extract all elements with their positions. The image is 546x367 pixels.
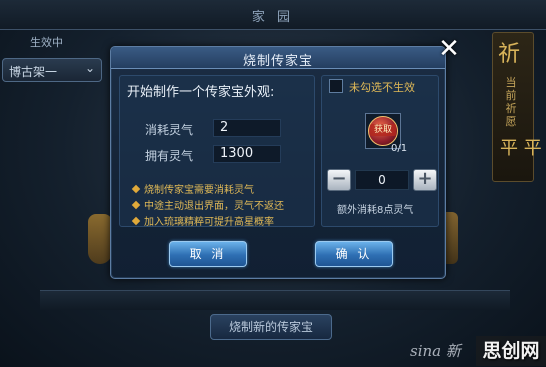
sina-watermark: sina 新 [410, 342, 461, 360]
effective-label: 生效中 [30, 36, 63, 49]
craft-new-heirloom-button[interactable]: 烧制新的传家宝 [210, 314, 332, 340]
enable-material-checkbox[interactable] [329, 79, 343, 93]
owned-label: 拥有灵气 [145, 149, 194, 163]
close-icon[interactable]: ✕ [436, 36, 462, 62]
tip-text: 加入琉璃精粹可提升高星概率 [144, 217, 274, 228]
owned-value: 1300 [213, 145, 281, 163]
tip-item: 烧制传家宝需要消耗灵气 [131, 181, 254, 196]
tip-item: 中途主动退出界面，灵气不返还 [131, 197, 284, 212]
dialog-title: 烧制传家宝 [242, 54, 313, 69]
chevron-down-icon: ⌄ [84, 61, 95, 75]
cost-label: 消耗灵气 [145, 123, 194, 137]
site-watermark: 思创网 [476, 336, 546, 366]
diamond-icon [131, 216, 141, 226]
checkbox-label: 未勾选不生效 [349, 81, 415, 94]
dialog-titlebar: 烧制传家宝 [111, 47, 445, 69]
cost-value: 2 [213, 119, 281, 137]
increase-button[interactable]: + [413, 169, 437, 191]
item-count: 0/1 [391, 143, 408, 154]
diamond-icon [131, 184, 141, 194]
obtain-badge[interactable]: 获取 [370, 124, 396, 136]
quantity-input[interactable]: 0 [355, 170, 409, 190]
wish-glyph: 祈 [498, 42, 521, 67]
confirm-button[interactable]: 确 认 [315, 241, 393, 267]
cancel-button[interactable]: 取 消 [169, 241, 247, 267]
home-title: 家 园 [251, 10, 295, 25]
display-shelf-select[interactable]: 博古架一 ⌄ [2, 58, 102, 82]
tip-text: 烧制传家宝需要消耗灵气 [144, 185, 254, 196]
diamond-icon [131, 200, 141, 210]
display-table [40, 290, 510, 310]
tip-item: 加入琉璃精粹可提升高星概率 [131, 213, 274, 228]
select-value: 博古架一 [9, 65, 58, 79]
craft-heirloom-dialog: 烧制传家宝 开始制作一个传家宝外观: 消耗灵气 2 拥有灵气 1300 烧制传家… [110, 46, 446, 279]
craft-prompt: 开始制作一个传家宝外观: [127, 85, 275, 100]
vase-decoration [88, 214, 112, 264]
tip-text: 中途主动退出界面，灵气不返还 [144, 201, 284, 212]
current-wish-label: 当前祈愿 [505, 76, 517, 128]
extra-cost-text: 额外消耗8点灵气 [337, 205, 414, 216]
wish-value: 平 平 [500, 138, 542, 159]
decrease-button[interactable]: − [327, 169, 351, 191]
